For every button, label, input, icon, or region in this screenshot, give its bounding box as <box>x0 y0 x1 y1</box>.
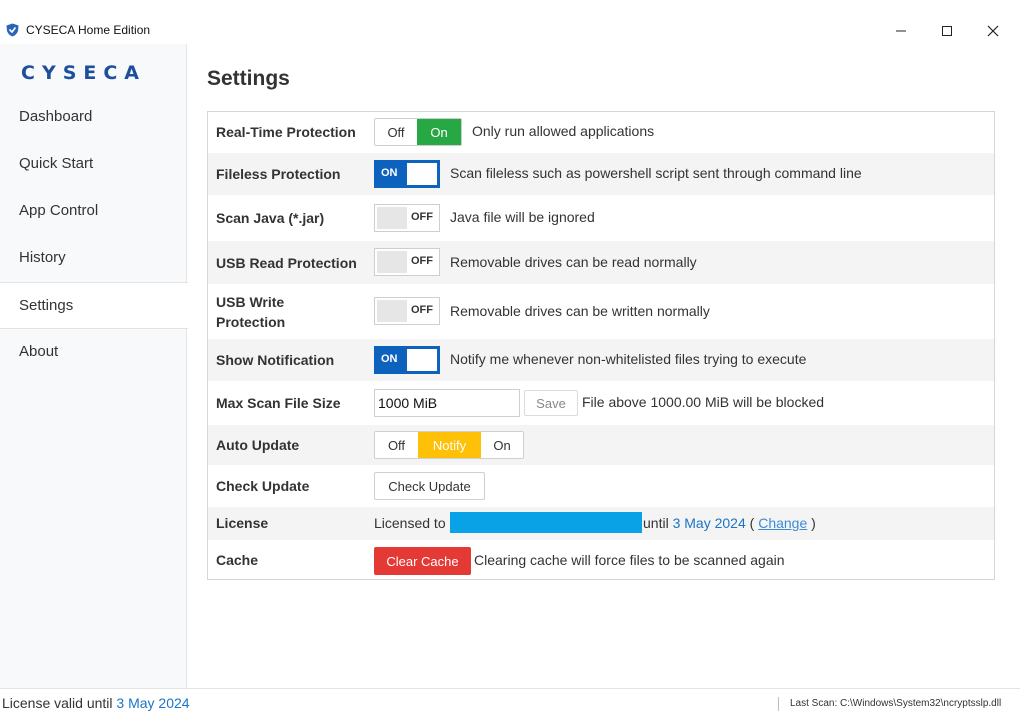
minimize-icon <box>896 30 906 32</box>
fileless-toggle-state: ON <box>381 167 398 179</box>
usb-read-toggle-state: OFF <box>411 255 433 267</box>
setting-row-fileless: Fileless Protection ON Scan fileless suc… <box>208 153 994 195</box>
setting-row-license: License Licensed to until 3 May 2024 ( C… <box>208 507 994 540</box>
notification-toggle[interactable]: ON <box>374 346 440 374</box>
realtime-on-option[interactable]: On <box>417 119 461 145</box>
realtime-description: Only run allowed applications <box>472 123 655 139</box>
usb-write-label-line2: Protection <box>216 314 286 330</box>
auto-update-notify-option[interactable]: Notify <box>418 432 481 458</box>
change-license-link[interactable]: Change <box>758 515 807 531</box>
java-label: Scan Java (*.jar) <box>216 210 325 226</box>
usb-read-label: USB Read Protection <box>216 255 357 271</box>
setting-row-cache: Cache Clear Cache Clearing cache will fo… <box>208 540 994 580</box>
cache-label: Cache <box>216 552 259 568</box>
page-title: Settings <box>207 67 290 90</box>
sidebar-item-settings[interactable]: Settings <box>0 282 188 329</box>
license-status-prefix: License valid until <box>2 695 113 711</box>
usb-write-label-line1: USB Write <box>216 294 285 310</box>
title-bar: CYSECA Home Edition <box>0 18 1020 44</box>
realtime-off-option[interactable]: Off <box>375 119 417 145</box>
usb-write-description: Removable drives can be written normally <box>450 303 710 319</box>
maximize-icon <box>942 26 952 36</box>
settings-panel: Real-Time Protection Off On Only run all… <box>207 111 995 580</box>
check-update-label: Check Update <box>216 478 310 494</box>
auto-update-on-option[interactable]: On <box>481 432 523 458</box>
license-status-date: 3 May 2024 <box>116 695 190 711</box>
max-size-input[interactable] <box>374 389 520 417</box>
maximize-button[interactable] <box>924 18 970 44</box>
auto-update-off-option[interactable]: Off <box>375 432 418 458</box>
license-date: 3 May 2024 <box>672 515 746 531</box>
license-status: License valid until 3 May 2024 <box>2 695 190 711</box>
close-icon <box>987 25 999 37</box>
minimize-button[interactable] <box>878 18 924 44</box>
toggle-knob <box>407 349 437 371</box>
check-update-button[interactable]: Check Update <box>374 472 485 500</box>
save-button[interactable]: Save <box>524 390 578 416</box>
setting-row-max-size: Max Scan File Size Save File above 1000.… <box>208 381 994 425</box>
setting-row-java: Scan Java (*.jar) OFF Java file will be … <box>208 195 994 240</box>
usb-write-toggle-state: OFF <box>411 304 433 316</box>
setting-row-usb-read: USB Read Protection OFF Removable drives… <box>208 241 994 284</box>
sidebar-item-about[interactable]: About <box>0 328 187 375</box>
fileless-description: Scan fileless such as powershell script … <box>450 165 862 181</box>
sidebar-item-dashboard[interactable]: Dashboard <box>0 93 187 140</box>
setting-row-realtime: Real-Time Protection Off On Only run all… <box>208 112 994 152</box>
notification-description: Notify me whenever non-whitelisted files… <box>450 351 807 367</box>
usb-write-toggle[interactable]: OFF <box>374 297 440 325</box>
status-divider <box>778 697 779 711</box>
toggle-knob <box>407 163 437 185</box>
last-scan-status: Last Scan: C:\Windows\System32\ncryptssl… <box>790 698 1002 709</box>
sidebar-item-history[interactable]: History <box>0 234 187 281</box>
cache-description: Clearing cache will force files to be sc… <box>474 552 785 568</box>
setting-row-check-update: Check Update Check Update <box>208 465 994 507</box>
auto-update-label: Auto Update <box>216 437 300 453</box>
setting-row-notification: Show Notification ON Notify me whenever … <box>208 339 994 381</box>
java-toggle-state: OFF <box>411 211 433 223</box>
license-label: License <box>216 515 269 531</box>
auto-update-segmented-control: Off Notify On <box>374 431 524 459</box>
fileless-toggle[interactable]: ON <box>374 160 440 188</box>
realtime-segmented-control: Off On <box>374 118 462 146</box>
sidebar: CYSECA Dashboard Quick Start App Control… <box>0 44 188 688</box>
clear-cache-button[interactable]: Clear Cache <box>374 547 471 575</box>
max-size-description: File above 1000.00 MiB will be blocked <box>582 394 825 410</box>
usb-read-description: Removable drives can be read normally <box>450 254 697 270</box>
license-until-word: until <box>643 515 669 531</box>
max-size-label: Max Scan File Size <box>216 395 341 411</box>
java-toggle[interactable]: OFF <box>374 204 440 232</box>
sidebar-item-quick-start[interactable]: Quick Start <box>0 140 187 187</box>
setting-row-usb-write: USB Write Protection OFF Removable drive… <box>208 285 994 339</box>
license-open-paren: ( <box>749 515 755 531</box>
cyseca-logo: CYSECA <box>21 62 147 84</box>
notification-toggle-state: ON <box>381 353 398 365</box>
toggle-knob <box>377 251 407 273</box>
usb-write-label: USB Write Protection <box>216 292 285 332</box>
redacted-licensee <box>450 512 642 533</box>
window-title: CYSECA Home Edition <box>26 23 151 37</box>
license-prefix: Licensed to <box>374 515 446 531</box>
license-until: until 3 May 2024 ( Change ) <box>643 515 816 531</box>
toggle-knob <box>377 300 407 322</box>
license-close-paren: ) <box>811 515 816 531</box>
java-description: Java file will be ignored <box>450 209 595 225</box>
sidebar-item-app-control[interactable]: App Control <box>0 187 187 234</box>
notification-label: Show Notification <box>216 352 335 368</box>
setting-row-auto-update: Auto Update Off Notify On <box>208 425 994 465</box>
shield-icon <box>6 23 19 37</box>
usb-read-toggle[interactable]: OFF <box>374 248 440 276</box>
close-button[interactable] <box>970 18 1016 44</box>
toggle-knob <box>377 207 407 229</box>
fileless-label: Fileless Protection <box>216 166 341 182</box>
status-bar: License valid until 3 May 2024 Last Scan… <box>0 688 1020 717</box>
realtime-label: Real-Time Protection <box>216 124 356 140</box>
